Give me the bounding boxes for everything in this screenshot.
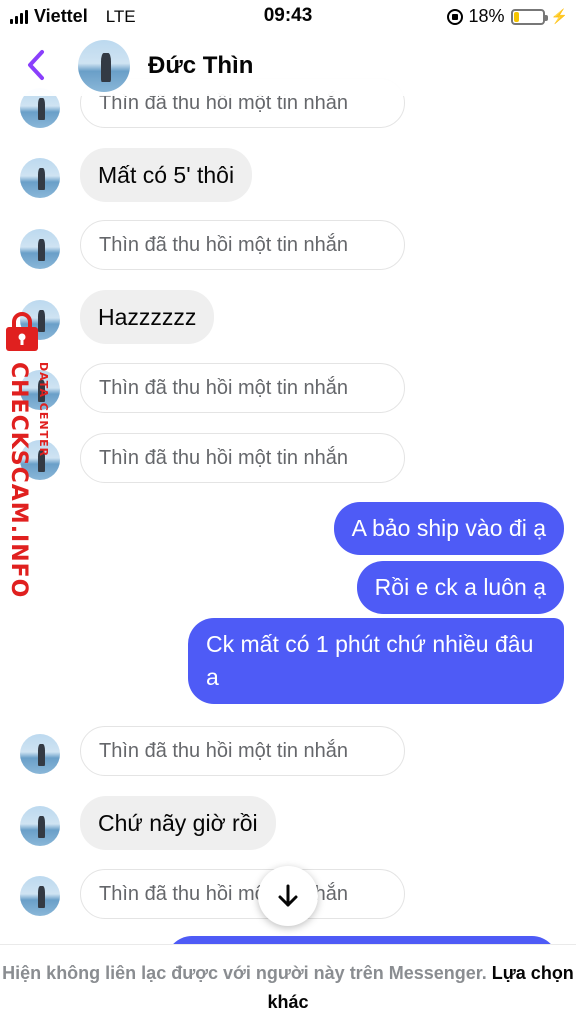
scroll-to-bottom-button[interactable] [258,866,318,926]
incoming-message[interactable]: Mất có 5' thôi [80,148,253,202]
unavailable-footer: Hiện không liên lạc được với người này t… [0,944,576,1024]
contact-avatar[interactable] [78,40,130,92]
contact-name[interactable]: Đức Thìn [148,52,253,80]
sender-avatar [20,300,60,340]
back-button[interactable] [22,48,54,82]
status-bar: Viettel LTE 09:43 18% ⚡ [0,0,576,34]
sender-avatar [20,158,60,198]
unavailable-text: Hiện không liên lạc được với người này t… [2,963,487,983]
sender-avatar [20,876,60,916]
incoming-message[interactable]: Chứ nãy giờ rồi [80,796,276,850]
sender-avatar [20,370,60,410]
outgoing-message[interactable]: Ck mất có 1 phút chứ nhiều đâu a [188,618,564,704]
recalled-message[interactable]: Thìn đã thu hồi một tin nhắn [80,363,405,413]
charging-icon: ⚡ [550,8,568,24]
battery-icon [510,8,548,25]
outgoing-message[interactable]: A bảo ship vào đi ạ [333,502,564,555]
chevron-left-icon [28,50,44,80]
sender-avatar [20,440,60,480]
orientation-lock-icon [446,8,463,25]
sender-avatar [20,229,60,269]
recalled-message[interactable]: Thìn đã thu hồi một tin nhắn [80,433,405,483]
sender-avatar [20,806,60,846]
chat-header: Đức Thìn [0,34,576,96]
outgoing-message[interactable]: Rồi e ck a luôn ạ [356,561,564,614]
sender-avatar [20,734,60,774]
incoming-message[interactable]: Hazzzzzz [80,290,215,344]
unavailable-note: Hiện không liên lạc được với người này t… [0,959,576,1017]
status-right: 18% ⚡ [446,6,568,27]
recalled-message[interactable]: Thìn đã thu hồi một tin nhắn [80,726,405,776]
recalled-message[interactable]: Thìn đã thu hồi một tin nhắn [80,220,405,270]
arrow-down-icon [278,884,298,907]
battery-percent: 18% [468,6,505,26]
recalled-message[interactable]: Thìn đã thu hồi một tin nhắn [80,869,405,919]
